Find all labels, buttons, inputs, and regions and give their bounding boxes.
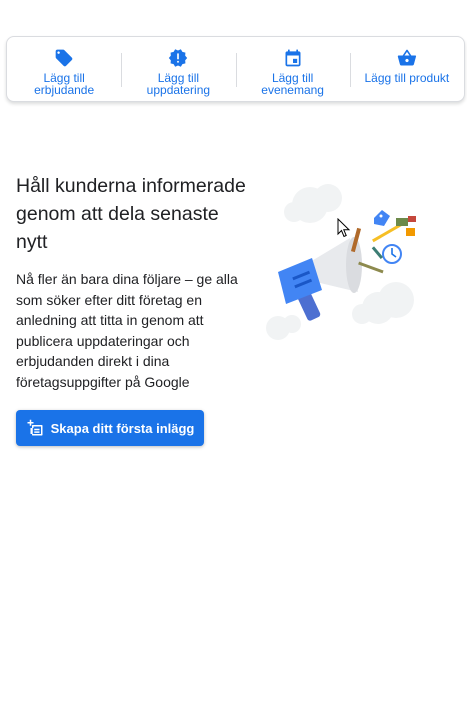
create-first-post-label: Skapa ditt första inlägg <box>50 420 195 436</box>
calendar-icon <box>285 49 301 67</box>
add-event-label: Lägg till evenemang <box>261 71 324 97</box>
card-orange <box>406 228 415 236</box>
mouse-pointer-icon <box>337 218 351 238</box>
add-update-button[interactable]: Lägg till uppdatering <box>121 37 235 101</box>
megaphone-illustration <box>266 184 416 340</box>
page-headline: Håll kunderna informerade genom att dela… <box>16 175 246 253</box>
add-post-icon <box>27 419 43 436</box>
add-product-label: Lägg till produkt <box>364 71 450 85</box>
tag-icon <box>55 49 73 67</box>
add-event-button[interactable]: Lägg till evenemang <box>235 37 350 101</box>
clock-shape <box>382 244 402 264</box>
description-text: Nå fler än bara dina följare – ge alla s… <box>16 271 238 390</box>
cloud-shape-right <box>352 282 414 324</box>
card-red <box>408 216 416 222</box>
add-offer-label: Lägg till erbjudande <box>34 71 95 97</box>
cloud-shape-bottom <box>266 315 301 340</box>
update-badge-icon <box>169 49 188 67</box>
add-product-button[interactable]: Lägg till produkt <box>349 37 464 101</box>
card-green <box>396 218 408 226</box>
create-first-post-button[interactable]: Skapa ditt första inlägg <box>16 410 204 446</box>
cloud-shape-left <box>284 184 342 223</box>
add-offer-button[interactable]: Lägg till erbjudande <box>7 37 121 101</box>
post-type-action-bar: Lägg till erbjudande Lägg till uppdateri… <box>6 36 465 102</box>
add-update-label: Lägg till uppdatering <box>146 71 211 97</box>
stick-teal <box>371 246 384 260</box>
shopping-basket-icon <box>397 49 416 66</box>
price-tag-shape <box>374 210 390 226</box>
